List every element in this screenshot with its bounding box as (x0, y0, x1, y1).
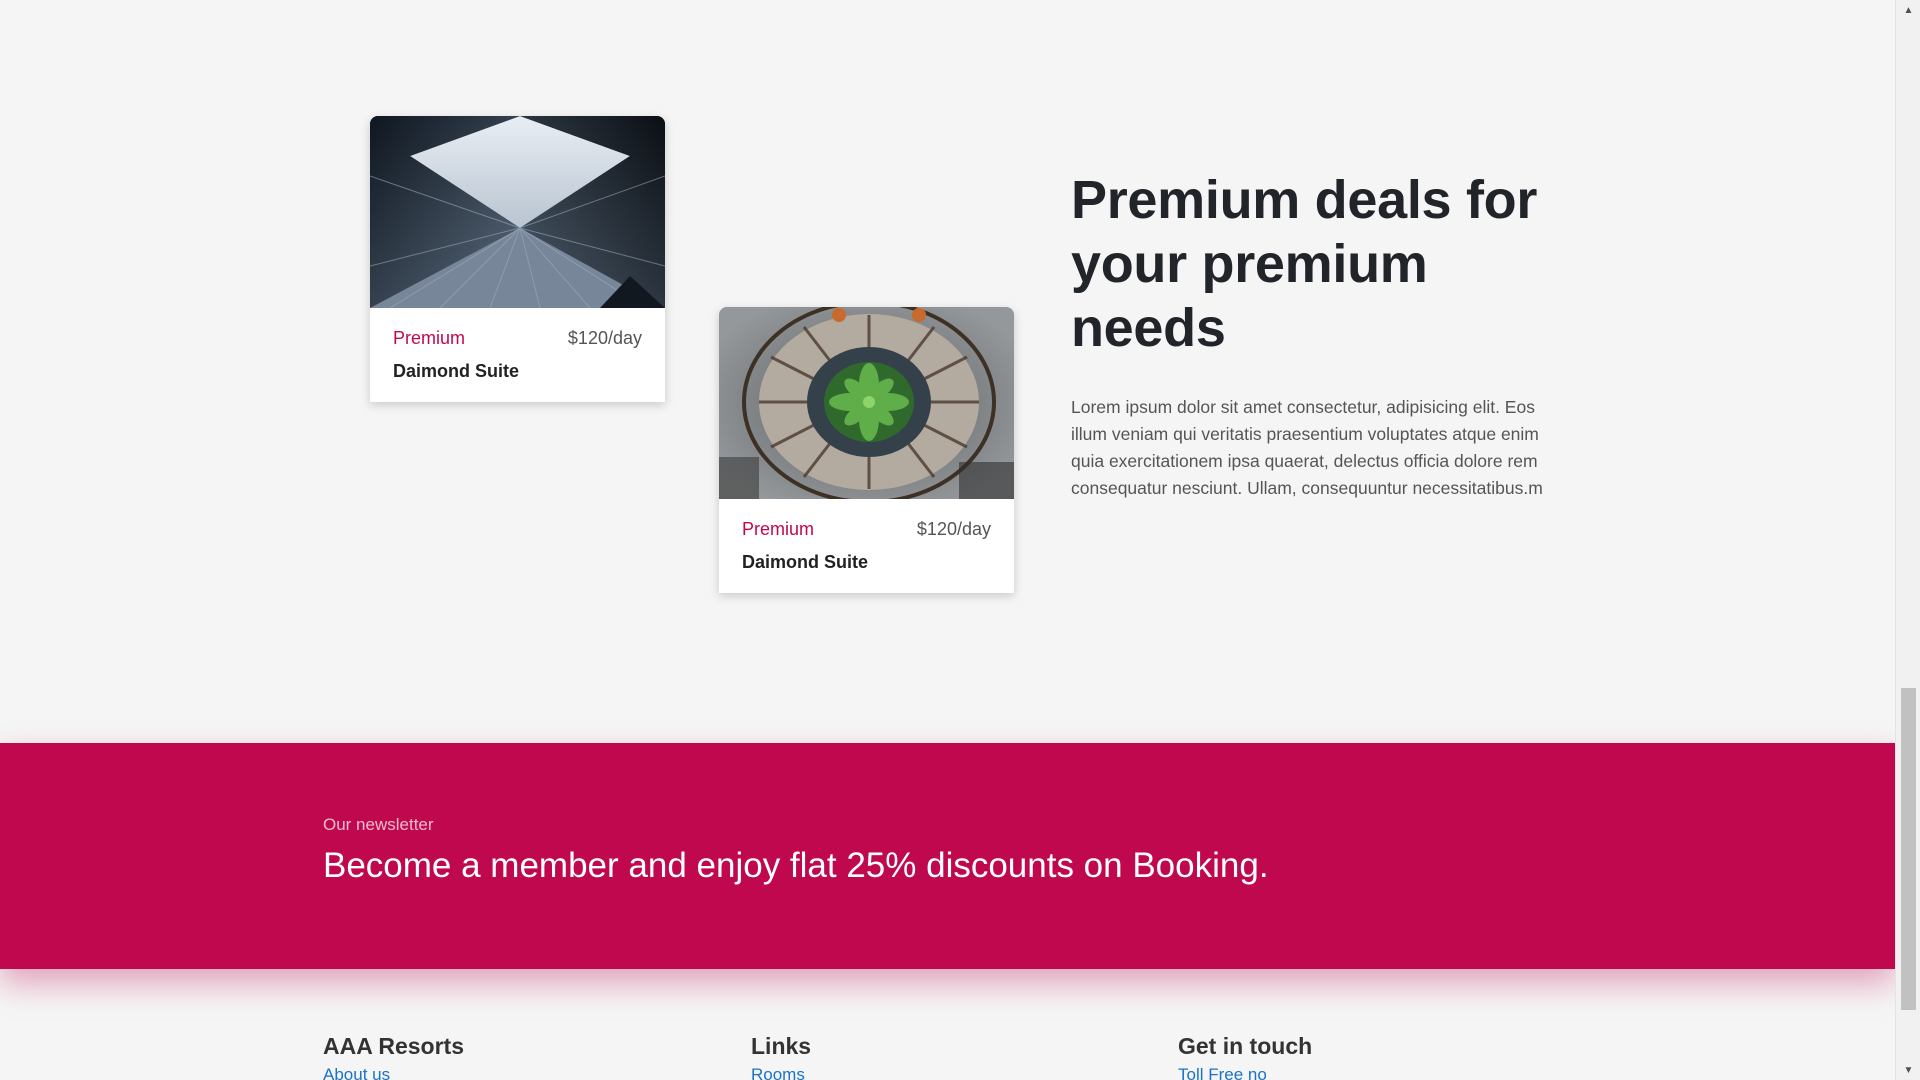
footer-column-about: AAA Resorts About us (323, 1031, 703, 1080)
room-card[interactable]: Premium $120/day Daimond Suite (719, 307, 1014, 593)
footer-link-toll-free[interactable]: Toll Free no (1178, 1065, 1267, 1080)
newsletter-banner: Our newsletter Become a member and enjoy… (0, 743, 1895, 969)
footer-column-links: Links Rooms (751, 1031, 1131, 1080)
newsletter-title: Become a member and enjoy flat 25% disco… (323, 846, 1269, 885)
room-card[interactable]: Premium $120/day Daimond Suite (370, 116, 665, 402)
section-description: Lorem ipsum dolor sit amet consectetur, … (1071, 397, 1543, 498)
spiral-staircase-photo (719, 307, 1014, 499)
vertical-scrollbar[interactable]: ▲ ▼ (1895, 0, 1920, 1080)
card-title[interactable]: Daimond Suite (393, 361, 519, 382)
card-price: $120/day (567, 328, 642, 348)
deals-section: Premium deals for your premium needs Lor… (1071, 168, 1571, 502)
card-body: Premium $120/day Daimond Suite (370, 308, 665, 402)
page-viewport: Premium $120/day Daimond Suite Premium $… (0, 0, 1895, 1080)
scroll-up-icon[interactable]: ▲ (1896, 0, 1920, 20)
card-price: $120/day (916, 519, 991, 539)
card-tag: Premium (393, 328, 466, 348)
card-title[interactable]: Daimond Suite (742, 552, 868, 573)
newsletter-kicker: Our newsletter (323, 815, 434, 834)
building-photo (370, 116, 665, 308)
footer-column-contact: Get in touch Toll Free no (1178, 1031, 1558, 1080)
card-body: Premium $120/day Daimond Suite (719, 499, 1014, 593)
footer-link-rooms[interactable]: Rooms (751, 1065, 805, 1080)
footer-heading: AAA Resorts (323, 1033, 465, 1059)
footer-heading: Links (751, 1033, 812, 1059)
scroll-thumb[interactable] (1901, 688, 1916, 1010)
footer-heading: Get in touch (1178, 1033, 1313, 1059)
card-tag: Premium (742, 519, 815, 539)
footer-link-about-us[interactable]: About us (323, 1065, 390, 1080)
scroll-down-icon[interactable]: ▼ (1896, 1060, 1920, 1080)
section-heading: Premium deals for your premium needs (1071, 170, 1538, 358)
